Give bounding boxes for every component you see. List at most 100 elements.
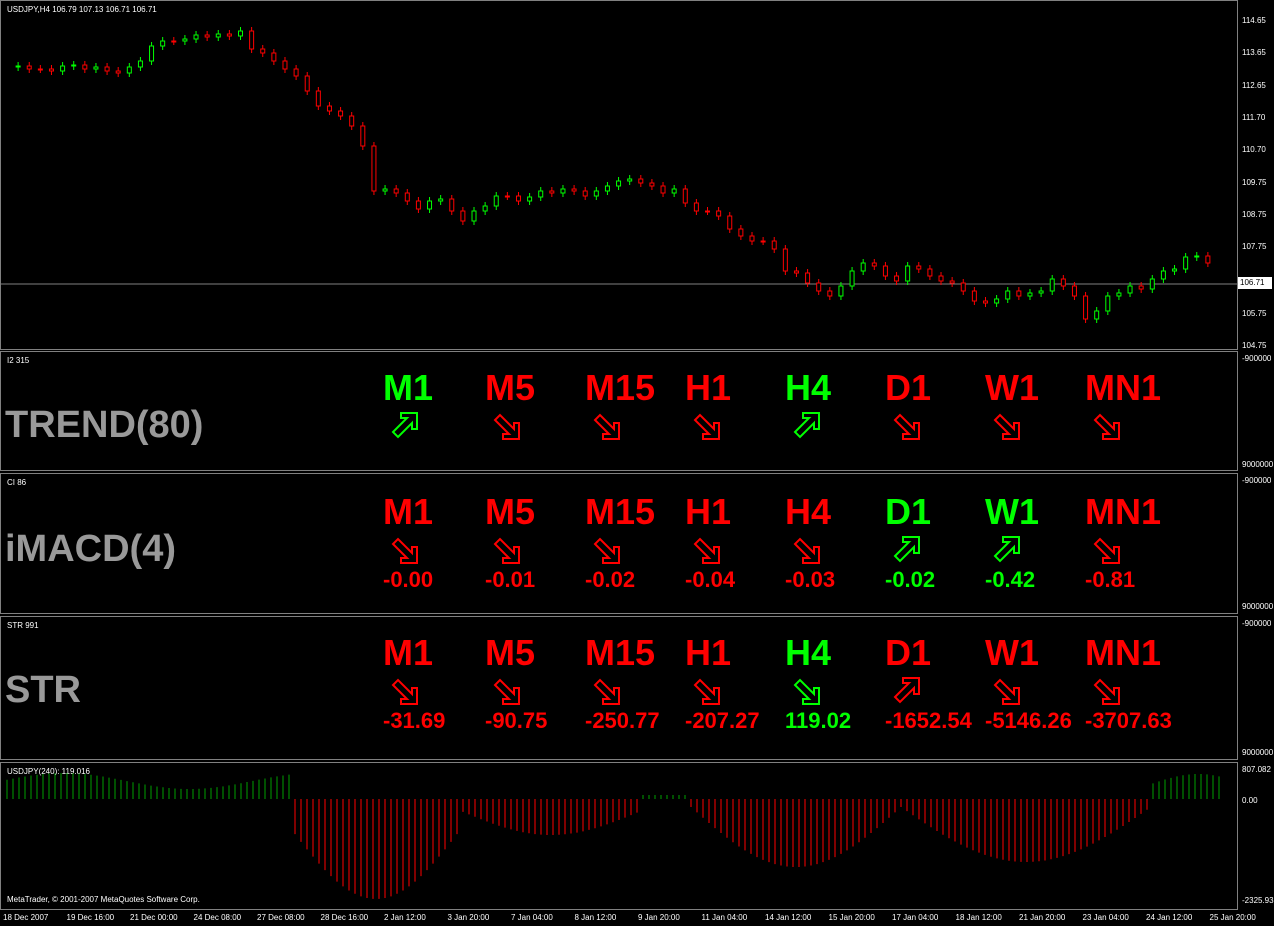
str-axis-top: -900000	[1242, 619, 1272, 628]
arrow-down-right-icon	[893, 413, 920, 440]
price-axis-label: 113.65	[1242, 48, 1266, 57]
tf-d1: D1	[885, 370, 985, 442]
price-axis-label: 104.75	[1242, 341, 1267, 350]
tf-m15: M15	[585, 370, 685, 442]
price-axis-label: 105.75	[1242, 309, 1267, 318]
tf-value: -0.02	[585, 567, 636, 592]
imacd-pane-title: CI 86	[7, 478, 27, 487]
trend-axis-bottom: 9000000	[1242, 460, 1274, 469]
arrow-down-right-icon	[391, 678, 418, 705]
tf-m1: M1 -31.69	[383, 635, 483, 733]
tf-label: H1	[685, 491, 732, 532]
tf-value: -207.27	[685, 708, 760, 733]
imacd-axis-top: -900000	[1242, 476, 1272, 485]
tf-label: M15	[585, 632, 656, 673]
date-axis-label: 7 Jan 04:00	[511, 913, 553, 922]
arrow-down-right-icon	[693, 413, 720, 440]
str-indicator-pane[interactable]: STR 991 STR M1 -31.69 M5 -90.75 M15 -250.77 H1…	[0, 616, 1238, 760]
arrow-down-right-icon	[693, 537, 720, 564]
tf-h4: H4	[785, 370, 885, 442]
price-axis-label: 112.65	[1242, 81, 1266, 90]
arrow-down-right-icon	[693, 678, 720, 705]
tf-label: H4	[785, 632, 832, 673]
price-axis-label: 111.70	[1242, 113, 1266, 122]
arrow-down-right-icon	[493, 678, 520, 705]
date-axis-label: 15 Jan 20:00	[828, 913, 875, 922]
price-axis-label: 110.70	[1242, 145, 1266, 154]
tf-m15: M15 -250.77	[585, 635, 685, 733]
tf-value: -5146.26	[985, 708, 1072, 733]
tf-h1: H1 -207.27	[685, 635, 785, 733]
tf-label: D1	[885, 367, 932, 408]
trend-indicator-name: TREND(80)	[5, 404, 204, 446]
tf-label: M15	[585, 491, 656, 532]
tf-mn1: MN1 -0.81	[1085, 494, 1185, 592]
date-axis-label: 25 Jan 20:00	[1209, 913, 1256, 922]
arrow-down-right-icon	[493, 537, 520, 564]
candlestick-chart	[1, 27, 1237, 323]
hist-axis-top: 807.082	[1242, 765, 1271, 774]
histogram-pane[interactable]: USDJPY(240): 119.016 MetaTrader, © 2001-…	[0, 762, 1238, 910]
date-axis-label: 24 Jan 12:00	[1146, 913, 1193, 922]
date-axis-label: 19 Dec 16:00	[66, 913, 115, 922]
copyright-text: MetaTrader, © 2001-2007 MetaQuotes Softw…	[7, 895, 200, 904]
tf-value: -0.00	[383, 567, 434, 592]
date-axis-label: 11 Jan 04:00	[701, 913, 748, 922]
tf-h1: H1 -0.04	[685, 494, 785, 592]
tf-label: MN1	[1085, 491, 1162, 532]
price-axis-label: 114.65	[1242, 16, 1266, 25]
tf-label: M5	[485, 632, 536, 673]
date-axis-label: 21 Jan 20:00	[1019, 913, 1066, 922]
arrow-down-right-icon	[593, 537, 620, 564]
date-axis-label: 18 Jan 12:00	[955, 913, 1002, 922]
histogram-chart	[6, 773, 1220, 899]
tf-value: -90.75	[485, 708, 548, 733]
tf-w1: W1	[985, 370, 1085, 442]
date-axis-label: 8 Jan 12:00	[574, 913, 617, 922]
date-axis-label: 23 Jan 04:00	[1082, 913, 1129, 922]
tf-h4: H4 119.02	[785, 635, 885, 733]
date-axis-label: 3 Jan 20:00	[447, 913, 490, 922]
tf-h4: H4 -0.03	[785, 494, 885, 592]
arrow-up-right-icon	[793, 412, 820, 439]
tf-w1: W1 -0.42	[985, 494, 1085, 592]
tf-m15: M15 -0.02	[585, 494, 685, 592]
tf-mn1: MN1 -3707.63	[1085, 635, 1185, 733]
arrow-down-right-icon	[993, 678, 1020, 705]
tf-label: H1	[685, 632, 732, 673]
date-axis-label: 17 Jan 04:00	[892, 913, 939, 922]
arrow-down-right-icon	[793, 537, 820, 564]
tf-label: W1	[985, 632, 1039, 673]
str-axis-bottom: 9000000	[1242, 748, 1274, 757]
price-axis-label: 108.75	[1242, 210, 1267, 219]
tf-label: W1	[985, 367, 1039, 408]
tf-value: -3707.63	[1085, 708, 1172, 733]
trend-indicator-pane[interactable]: I2 315 TREND(80) M1 M5 M15 H1 H4 D1 W1 MN1	[0, 351, 1238, 471]
tf-label: H1	[685, 367, 732, 408]
tf-label: M1	[383, 491, 434, 532]
tf-label: MN1	[1085, 632, 1162, 673]
tf-h1: H1	[685, 370, 785, 442]
tf-value: -1652.54	[885, 708, 972, 733]
arrow-up-right-icon	[993, 536, 1020, 563]
arrow-down-right-icon	[1093, 537, 1120, 564]
tf-value: -250.77	[585, 708, 660, 733]
date-axis-label: 27 Dec 08:00	[257, 913, 305, 922]
str-pane-title: STR 991	[7, 621, 39, 630]
tf-label: M15	[585, 367, 656, 408]
tf-label: M1	[383, 632, 434, 673]
date-axis-label: 28 Dec 16:00	[320, 913, 369, 922]
tf-value: -0.42	[985, 567, 1036, 592]
arrow-down-right-icon	[593, 678, 620, 705]
price-chart-pane[interactable]: USDJPY,H4 106.79 107.13 106.71 106.71	[0, 0, 1238, 350]
arrow-down-right-icon	[593, 413, 620, 440]
trend-axis-top: -900000	[1242, 354, 1272, 363]
tf-label: MN1	[1085, 367, 1162, 408]
date-axis-label: 21 Dec 00:00	[130, 913, 178, 922]
tf-m1: M1 -0.00	[383, 494, 483, 592]
imacd-indicator-pane[interactable]: CI 86 iMACD(4) M1 -0.00 M5 -0.01 M15 -0.02 H1 -…	[0, 473, 1238, 614]
arrow-up-right-icon	[893, 536, 920, 563]
date-axis-label: 2 Jan 12:00	[384, 913, 426, 922]
arrow-down-right-icon	[793, 678, 820, 705]
price-axis-label: 107.75	[1242, 242, 1267, 251]
